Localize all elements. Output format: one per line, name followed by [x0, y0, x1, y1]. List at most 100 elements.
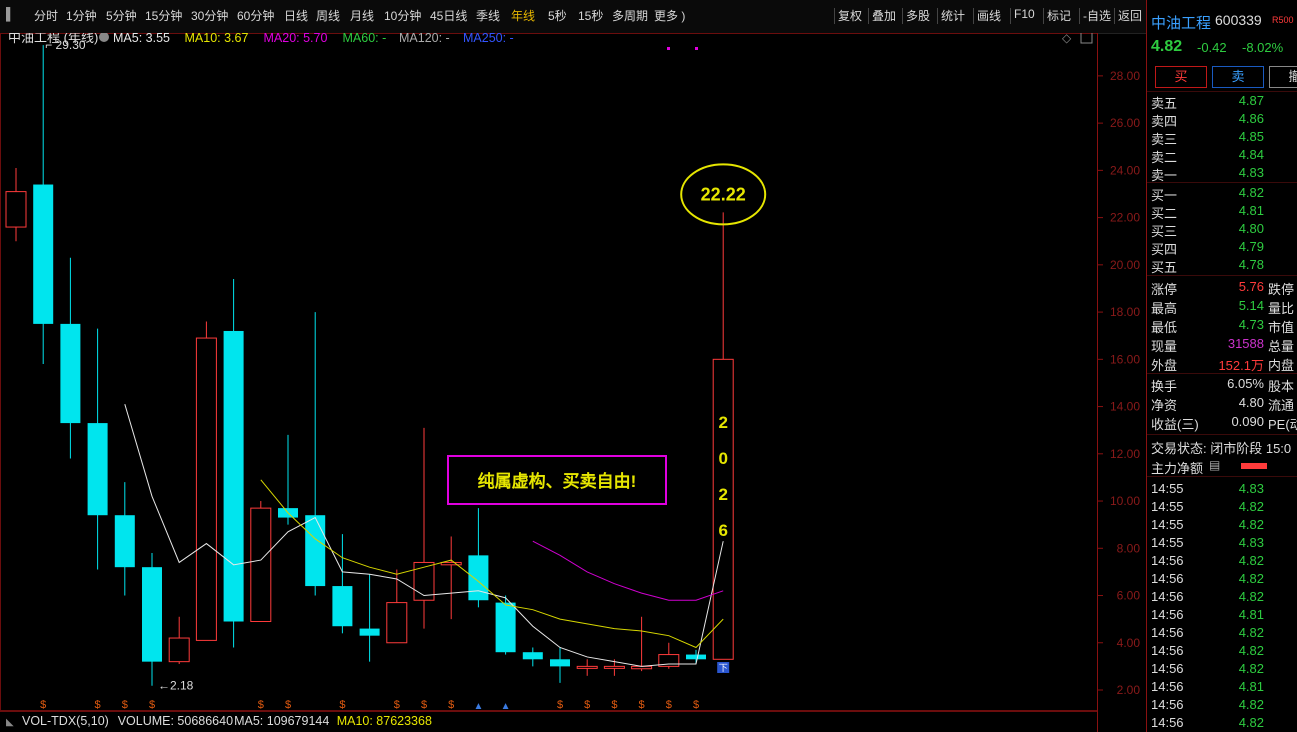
- candle[interactable]: [631, 616, 653, 672]
- stat-value: 5.76: [1238, 279, 1264, 294]
- period-tab-14[interactable]: 15秒: [578, 7, 603, 24]
- bid-level: 买一 4.82: [1147, 185, 1297, 203]
- period-tab-5[interactable]: 60分钟: [237, 7, 274, 24]
- period-tab-8[interactable]: 月线: [350, 7, 374, 24]
- candle-body: [195, 337, 217, 641]
- dividend-marker-icon[interactable]: $: [149, 699, 155, 711]
- toolbar-button-2[interactable]: 多股: [906, 7, 930, 24]
- candle[interactable]: [522, 647, 543, 667]
- tick-row: 14:56 4.82: [1147, 553, 1297, 571]
- sell-button[interactable]: 卖: [1212, 66, 1264, 88]
- cancel-button[interactable]: 撤: [1269, 66, 1297, 88]
- candle-body: [495, 602, 516, 653]
- candle[interactable]: [332, 534, 353, 634]
- price-row: 4.82 -0.42 -8.02%: [1147, 38, 1297, 56]
- period-tab-6[interactable]: 日线: [284, 7, 308, 24]
- ma-indicator-1: MA10: 3.67: [185, 33, 249, 45]
- dividend-marker-icon[interactable]: $: [693, 699, 699, 711]
- toolbar-button-8[interactable]: 返回: [1118, 7, 1142, 24]
- ask-price: 4.86: [1238, 111, 1264, 126]
- buy-button[interactable]: 买: [1155, 66, 1207, 88]
- toolbar-button-4[interactable]: 画线: [977, 7, 1001, 24]
- candle[interactable]: [87, 328, 108, 570]
- candle-body: [440, 561, 462, 566]
- stat-label: 收益(三): [1151, 417, 1199, 432]
- toolbar-button-7[interactable]: -自选: [1083, 7, 1111, 24]
- period-tab-12[interactable]: 年线: [511, 7, 535, 24]
- toolbar-button-3[interactable]: 统计: [941, 7, 965, 24]
- candle[interactable]: [576, 659, 598, 676]
- stat-label: 净资: [1151, 398, 1178, 413]
- period-tab-15[interactable]: 多周期: [612, 7, 648, 24]
- dividend-marker-icon[interactable]: $: [448, 699, 454, 711]
- toolbar-divider: [834, 8, 835, 24]
- y-tick-label: 12.00: [1110, 447, 1140, 461]
- candle[interactable]: [386, 569, 408, 644]
- candle[interactable]: [223, 279, 244, 648]
- y-tick-label: 22.00: [1110, 211, 1140, 225]
- dividend-marker-icon[interactable]: $: [258, 699, 264, 711]
- period-tab-13[interactable]: 5秒: [548, 7, 567, 24]
- candle[interactable]: [168, 616, 190, 665]
- maximize-icon[interactable]: [1080, 33, 1093, 44]
- dividend-marker-icon[interactable]: $: [95, 699, 101, 711]
- candle-body: [576, 665, 598, 669]
- dividend-marker-icon[interactable]: $: [557, 699, 563, 711]
- candle[interactable]: [195, 321, 217, 641]
- dividend-marker-icon[interactable]: $: [611, 699, 617, 711]
- candle-body: [468, 555, 489, 601]
- period-tab-2[interactable]: 5分钟: [106, 7, 137, 24]
- candle[interactable]: [305, 312, 326, 596]
- period-tab-9[interactable]: 10分钟: [384, 7, 421, 24]
- toolbar-button-0[interactable]: 复权: [838, 7, 862, 24]
- dividend-marker-icon[interactable]: $: [421, 699, 427, 711]
- menu-icon[interactable]: ▌: [6, 7, 15, 21]
- period-tab-3[interactable]: 15分钟: [145, 7, 182, 24]
- dividend-marker-icon[interactable]: $: [122, 699, 128, 711]
- period-tab-0[interactable]: 分时: [34, 7, 58, 24]
- candle[interactable]: [60, 257, 81, 459]
- candle[interactable]: [712, 212, 734, 660]
- tick-row: 14:56 4.81: [1147, 679, 1297, 697]
- diamond-icon[interactable]: ◇: [1062, 33, 1072, 45]
- triangle-marker-icon[interactable]: ▲: [501, 701, 511, 712]
- candle[interactable]: [5, 167, 27, 242]
- period-tab-10[interactable]: 45日线: [430, 7, 467, 24]
- tick-row: 14:55 4.83: [1147, 535, 1297, 553]
- bid-label: 买三: [1151, 224, 1178, 239]
- candle[interactable]: [33, 45, 54, 365]
- dividend-marker-icon[interactable]: $: [666, 699, 672, 711]
- period-tab-7[interactable]: 周线: [316, 7, 340, 24]
- toolbar-button-1[interactable]: 叠加: [872, 7, 896, 24]
- dropdown-icon[interactable]: [99, 33, 109, 42]
- list-icon[interactable]: ▤: [1209, 458, 1220, 472]
- dividend-marker-icon[interactable]: $: [40, 699, 46, 711]
- kline-chart[interactable]: 中油工程 (年线) MA5: 3.55 MA10: 3.67 MA20: 5.70 MA…: [0, 33, 1146, 732]
- stat-label: 外盘: [1151, 358, 1178, 373]
- dividend-marker-icon[interactable]: $: [639, 699, 645, 711]
- candle-body: [60, 323, 81, 424]
- toolbar-button-6[interactable]: 标记: [1047, 7, 1071, 24]
- toolbar-button-5[interactable]: F10: [1014, 7, 1035, 21]
- period-tab-4[interactable]: 30分钟: [191, 7, 228, 24]
- candle[interactable]: [142, 553, 162, 686]
- period-tab-16[interactable]: 更多 ): [654, 7, 685, 24]
- year-digit: 2: [718, 413, 727, 432]
- dividend-marker-icon[interactable]: $: [584, 699, 590, 711]
- triangle-marker-icon[interactable]: ▲: [473, 701, 483, 712]
- candle[interactable]: [550, 647, 570, 683]
- volume-dropdown-icon[interactable]: ◣: [6, 717, 14, 728]
- dividend-marker-icon[interactable]: $: [285, 699, 291, 711]
- candle[interactable]: [359, 574, 380, 662]
- candle[interactable]: [413, 427, 435, 629]
- dividend-marker-icon[interactable]: $: [339, 699, 345, 711]
- dividend-marker-icon[interactable]: $: [394, 699, 400, 711]
- period-tab-1[interactable]: 1分钟: [66, 7, 97, 24]
- candle[interactable]: [278, 434, 298, 525]
- tick-row: 14:56 4.82: [1147, 571, 1297, 589]
- stat-label: 最低: [1151, 320, 1178, 335]
- candle[interactable]: [114, 482, 135, 596]
- candle[interactable]: [440, 536, 462, 620]
- tick-row: 14:55 4.83: [1147, 481, 1297, 499]
- period-tab-11[interactable]: 季线: [476, 7, 500, 24]
